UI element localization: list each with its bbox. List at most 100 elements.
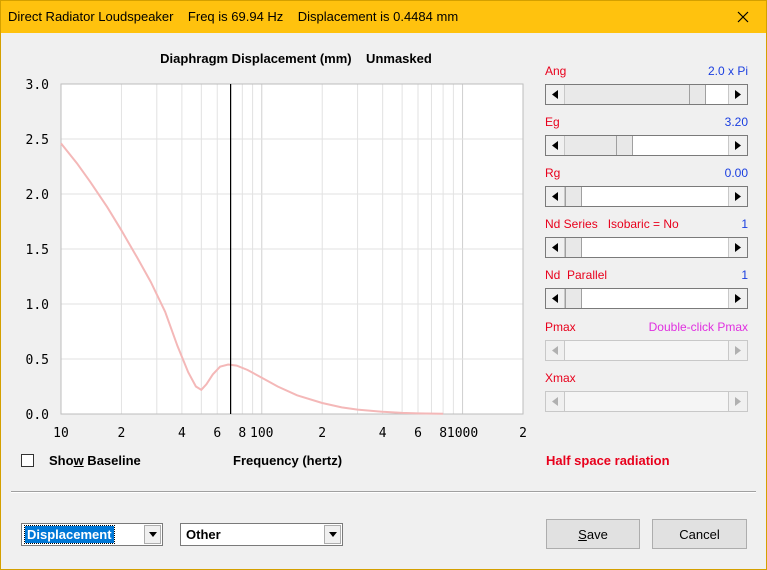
arrow-left-icon	[552, 346, 558, 355]
control-value: 3.20	[724, 115, 748, 129]
control-xmax: Xmax	[545, 371, 748, 417]
arrow-left-icon	[552, 243, 558, 252]
y-tick-label: 1.5	[26, 243, 49, 258]
y-tick-label: 3.0	[26, 78, 49, 93]
x-tick-label: 10	[53, 426, 69, 441]
x-tick-label: 6	[414, 426, 422, 441]
control-value: 1	[741, 268, 748, 282]
control-nd: Nd Parallel 1	[545, 268, 748, 314]
plot-type-dropdown-button[interactable]	[144, 525, 161, 544]
radiation-status: Half space radiation	[546, 453, 670, 468]
cancel-button[interactable]: Cancel	[652, 519, 747, 549]
other-dropdown-button[interactable]	[324, 525, 341, 544]
y-tick-label: 0.5	[26, 353, 49, 368]
scroll-left-button[interactable]	[546, 392, 565, 411]
arrow-right-icon	[735, 141, 741, 150]
x-tick-label: 1000	[447, 426, 478, 441]
scroll-right-button[interactable]	[728, 238, 747, 257]
scroll-left-button[interactable]	[546, 187, 565, 206]
control-label: Xmax	[545, 371, 576, 385]
scroll-left-button[interactable]	[546, 85, 565, 104]
x-tick-label: 4	[379, 426, 387, 441]
arrow-right-icon	[735, 397, 741, 406]
chevron-down-icon	[328, 532, 337, 537]
x-tick-label: 2	[318, 426, 326, 441]
show-baseline-checkbox[interactable]: Show Baseline	[21, 453, 141, 468]
plot-type-select[interactable]: Displacement	[21, 523, 163, 546]
scroll-thumb[interactable]	[689, 85, 707, 104]
scroll-left-button[interactable]	[546, 136, 565, 155]
control-scrollbar[interactable]	[545, 186, 748, 207]
scroll-thumb[interactable]	[565, 187, 582, 206]
scroll-left-button[interactable]	[546, 341, 565, 360]
control-eg: Eg 3.20	[545, 115, 748, 161]
separator-line	[11, 491, 756, 493]
control-label: Nd Series Isobaric = No	[545, 217, 679, 231]
baseline-checkbox-box[interactable]	[21, 454, 34, 467]
control-nd: Nd Series Isobaric = No 1	[545, 217, 748, 263]
scroll-left-button[interactable]	[546, 289, 565, 308]
control-scrollbar[interactable]	[545, 84, 748, 105]
arrow-right-icon	[735, 243, 741, 252]
scroll-thumb[interactable]	[565, 238, 582, 257]
x-tick-label: 8	[439, 426, 447, 441]
scroll-track-fill[interactable]	[565, 136, 617, 155]
plot-type-value: Displacement	[24, 525, 115, 544]
scroll-left-button[interactable]	[546, 238, 565, 257]
other-select-value: Other	[186, 527, 221, 542]
arrow-left-icon	[552, 294, 558, 303]
control-scrollbar[interactable]	[545, 391, 748, 412]
x-axis-title: Frequency (hertz)	[233, 453, 343, 468]
control-scrollbar[interactable]	[545, 237, 748, 258]
control-scrollbar[interactable]	[545, 288, 748, 309]
control-scrollbar[interactable]	[545, 340, 748, 361]
control-label: Rg	[545, 166, 561, 180]
control-value: 2.0 x Pi	[707, 64, 748, 78]
save-label-post: ave	[586, 526, 608, 542]
x-tick-label: 8	[238, 426, 246, 441]
save-button[interactable]: Save	[546, 519, 640, 549]
control-value[interactable]: Double-click Pmax	[649, 320, 748, 334]
control-label: Pmax	[545, 320, 576, 334]
scroll-right-button[interactable]	[728, 289, 747, 308]
dialog-window: Direct Radiator Loudspeaker Freq is 69.9…	[0, 0, 767, 570]
scroll-right-button[interactable]	[728, 136, 747, 155]
scroll-right-button[interactable]	[728, 392, 747, 411]
close-icon	[737, 11, 749, 23]
control-value: 1	[741, 217, 748, 231]
arrow-left-icon	[552, 141, 558, 150]
x-tick-label: 2	[519, 426, 527, 441]
close-button[interactable]	[720, 1, 766, 33]
y-tick-label: 2.5	[26, 133, 49, 148]
arrow-right-icon	[735, 294, 741, 303]
arrow-right-icon	[735, 346, 741, 355]
scroll-thumb[interactable]	[565, 289, 582, 308]
scroll-right-button[interactable]	[728, 85, 747, 104]
arrow-right-icon	[735, 192, 741, 201]
scroll-right-button[interactable]	[728, 341, 747, 360]
scroll-thumb[interactable]	[616, 136, 634, 155]
y-tick-label: 0.0	[26, 408, 49, 423]
x-tick-label: 2	[118, 426, 126, 441]
save-label-accel: S	[578, 526, 587, 542]
arrow-left-icon	[552, 192, 558, 201]
scroll-right-button[interactable]	[728, 187, 747, 206]
y-tick-label: 2.0	[26, 188, 49, 203]
control-pmax: Pmax Double-click Pmax	[545, 320, 748, 366]
chevron-down-icon	[148, 532, 157, 537]
arrow-right-icon	[735, 90, 741, 99]
arrow-left-icon	[552, 397, 558, 406]
displacement-chart: 3.02.52.01.51.00.50.010 2 4 6 8 100 2 4 6 8 1000 2	[26, 78, 527, 441]
scroll-track-fill[interactable]	[565, 85, 690, 104]
x-tick-label: 100	[250, 426, 273, 441]
other-select[interactable]: Other	[180, 523, 343, 546]
control-label: Nd Parallel	[545, 268, 608, 282]
arrow-left-icon	[552, 90, 558, 99]
x-tick-label: 6	[213, 426, 221, 441]
x-tick-label: 4	[178, 426, 186, 441]
control-ang: Ang 2.0 x Pi	[545, 64, 748, 110]
baseline-label: Show Baseline	[49, 453, 141, 468]
control-scrollbar[interactable]	[545, 135, 748, 156]
control-label: Eg	[545, 115, 560, 129]
control-label: Ang	[545, 64, 567, 78]
